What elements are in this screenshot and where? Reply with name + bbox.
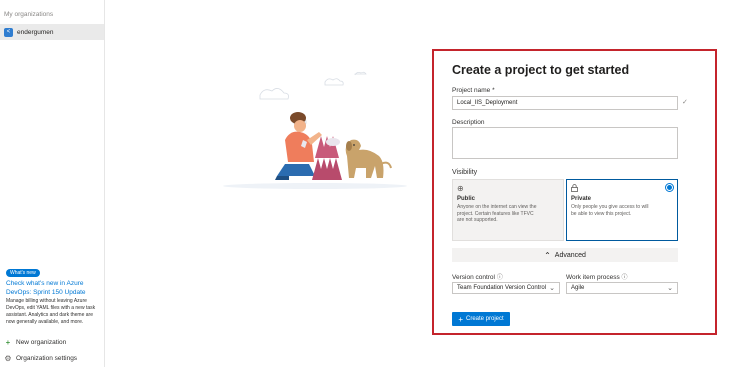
checkmark-icon: ✓ <box>682 99 688 106</box>
organization-settings-button[interactable]: ⚙ Organization settings <box>4 354 77 363</box>
org-collapse-icon[interactable]: < <box>4 27 13 37</box>
info-icon[interactable]: ⓘ <box>622 275 628 281</box>
welcome-illustration <box>223 71 407 189</box>
visibility-label: Visibility <box>452 169 478 176</box>
create-project-button[interactable]: + Create project <box>452 312 510 326</box>
new-organization-button[interactable]: + New organization <box>4 338 67 347</box>
advanced-toggle[interactable]: ⌃ Advanced <box>452 248 678 262</box>
whats-new-body: Manage billing without leaving Azure Dev… <box>6 298 96 325</box>
chevron-up-icon: ⌃ <box>544 250 551 260</box>
plus-icon: + <box>458 314 463 324</box>
private-title: Private <box>571 196 592 202</box>
lock-icon <box>571 184 673 194</box>
chevron-down-icon: ⌄ <box>667 285 673 292</box>
org-name: endergumen <box>17 28 54 36</box>
description-field[interactable] <box>452 127 678 159</box>
version-control-value: Team Foundation Version Control <box>457 285 547 291</box>
work-item-process-select[interactable]: Agile ⌄ <box>566 282 678 294</box>
org-item-endergumen[interactable]: < endergumen <box>0 24 104 40</box>
visibility-private-option[interactable]: Private Only people you give access to w… <box>566 179 678 241</box>
plus-icon: + <box>5 338 11 347</box>
version-control-label: Version control ⓘ <box>452 274 503 281</box>
chevron-down-icon: ⌄ <box>549 285 555 292</box>
advanced-label: Advanced <box>554 251 586 259</box>
create-project-panel: Create a project to get started Project … <box>432 49 717 335</box>
globe-icon: ⊕ <box>457 184 464 193</box>
version-control-select[interactable]: Team Foundation Version Control ⌄ <box>452 282 560 294</box>
organizations-heading: My organizations <box>4 11 54 18</box>
page-title: Create a project to get started <box>452 63 630 77</box>
new-organization-label: New organization <box>16 339 67 346</box>
project-name-label: Project name * <box>452 87 495 94</box>
whats-new-link[interactable]: Check what's new in Azure DevOps: Sprint… <box>6 279 98 297</box>
work-item-process-value: Agile <box>571 285 585 291</box>
public-title: Public <box>457 196 476 202</box>
public-description: Anyone on the internet can view the proj… <box>457 204 537 223</box>
sidebar: My organizations < endergumen What's new… <box>0 0 105 367</box>
visibility-public-option[interactable]: ⊕ Public Anyone on the internet can view… <box>452 179 564 241</box>
private-description: Only people you give access to will be a… <box>571 204 649 217</box>
gear-icon: ⚙ <box>4 354 12 363</box>
info-icon[interactable]: ⓘ <box>497 275 503 281</box>
whats-new-badge: What's new <box>6 269 40 277</box>
work-item-process-label: Work item process ⓘ <box>566 274 628 281</box>
project-name-input[interactable]: Local_IIS_Deployment <box>452 96 678 110</box>
create-project-label: Create project <box>465 316 504 322</box>
description-label: Description <box>452 119 485 126</box>
private-radio-selected[interactable] <box>665 183 674 192</box>
organization-settings-label: Organization settings <box>16 355 78 362</box>
